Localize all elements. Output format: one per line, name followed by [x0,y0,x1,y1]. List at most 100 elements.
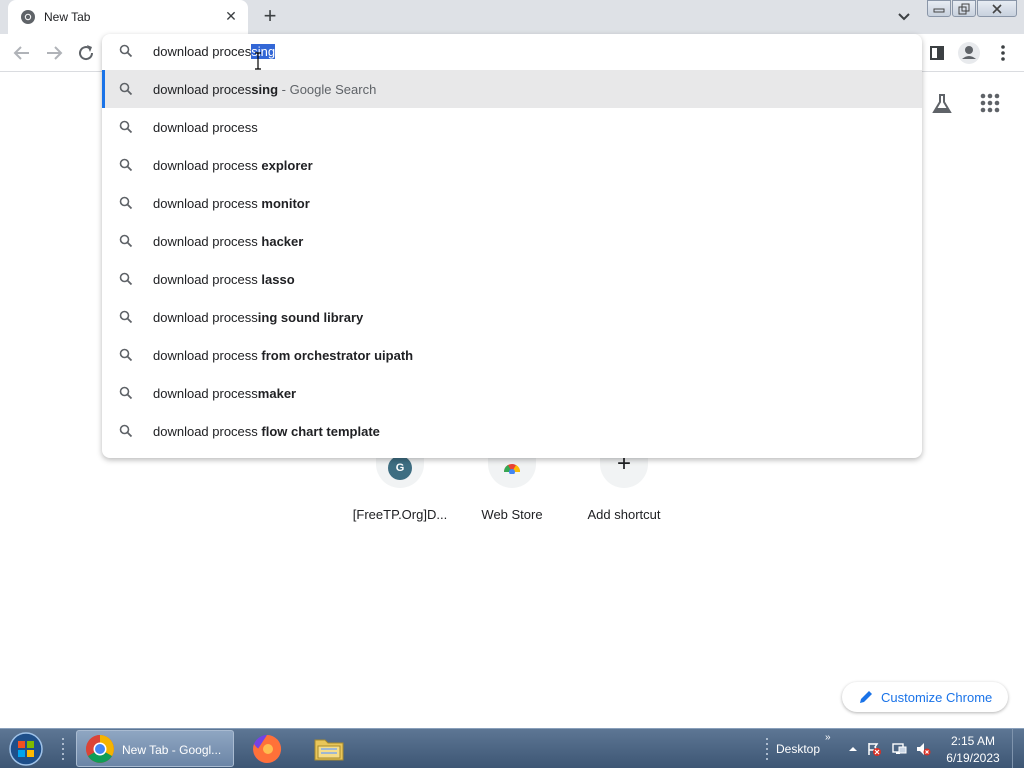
reload-icon[interactable] [74,41,98,65]
minimize-button[interactable] [927,0,951,17]
taskbar-chrome-button[interactable]: New Tab - Googl... [76,730,234,767]
suggestion-bold: flow chart template [261,424,380,439]
suggestion-item[interactable]: download process [102,108,922,146]
shortcut-label: Add shortcut [587,507,661,522]
suggestion-text: download processing - Google Search [153,82,377,97]
tab-title: New Tab [44,10,91,24]
add-shortcut-button[interactable]: + Add shortcut [568,448,680,538]
shortcut-label: [FreeTP.Org]D... [352,507,448,522]
search-icon [119,196,133,210]
suggestion-prefix: download process [153,120,258,135]
close-icon [992,4,1002,14]
suggestion-prefix: download process [153,234,262,249]
minimize-icon [933,8,945,13]
suggestion-prefix: download process [153,310,258,325]
suggestion-bold: from orchestrator uipath [261,348,414,363]
side-panel-icon[interactable] [924,40,950,66]
shortcut-web-store[interactable]: Web Store [456,448,568,538]
suggestion-text: download processing sound library [153,310,363,325]
pencil-icon [860,691,872,703]
close-window-button[interactable] [977,0,1017,17]
taskbar-grip[interactable] [60,735,66,763]
suggestion-bold: hacker [261,234,304,249]
restore-button[interactable] [952,0,976,17]
suggestion-item[interactable]: download process monitor [102,184,922,222]
search-icon [119,386,133,400]
forward-arrow-icon[interactable] [42,41,66,65]
action-center-flag-icon[interactable] [866,741,882,757]
show-desktop-button[interactable] [1012,729,1024,768]
suggestion-prefix: download process [153,424,262,439]
text-cursor-icon [255,52,261,70]
site-letter-avatar: G [388,456,412,480]
suggestion-text: download process monitor [153,196,310,211]
start-orb-icon[interactable] [6,731,46,767]
suggestion-text: download process from orchestrator uipat… [153,348,413,363]
tab-new-tab[interactable]: New Tab ✕ [8,0,248,34]
menu-kebab-icon[interactable] [990,40,1016,66]
omnibox-input[interactable]: download processing [102,34,922,70]
suggestion-text: download process hacker [153,234,303,249]
search-icon [119,82,133,96]
suggestion-text: download process [153,120,258,135]
suggestion-item[interactable]: download process hacker [102,222,922,260]
suggestion-text: download processmaker [153,386,296,401]
profile-avatar-icon[interactable] [956,40,982,66]
tab-strip: New Tab ✕ + [0,0,1024,34]
suggestion-text: download process explorer [153,158,313,173]
suggestion-bold: ing sound library [257,310,364,325]
chrome-icon [86,735,114,763]
file-explorer-folder-icon[interactable] [312,733,346,765]
search-icon [119,272,133,286]
suggestion-bold: explorer [261,158,313,173]
search-icon [119,348,133,362]
shortcut-label: Web Store [481,507,543,522]
back-arrow-icon[interactable] [10,41,34,65]
search-icon [119,234,133,248]
suggestion-bold: maker [257,386,297,401]
network-icon[interactable] [891,741,907,757]
new-tab-button[interactable]: + [258,5,282,29]
suggestion-item[interactable]: download processmaker [102,374,922,412]
suggestion-item[interactable]: download processing - Google Search [102,70,922,108]
suggestion-text: download process flow chart template [153,424,380,439]
tab-search-chevron-down-icon[interactable] [893,6,915,28]
suggestion-prefix: download process [153,272,262,287]
customize-chrome-button[interactable]: Customize Chrome [842,682,1008,712]
google-apps-grid-icon[interactable] [979,92,1001,114]
suggestion-item[interactable]: download process from orchestrator uipat… [102,336,922,374]
tab-close-icon[interactable]: ✕ [222,7,240,25]
suggestion-bold: lasso [261,272,295,287]
shortcut-freetp[interactable]: G [FreeTP.Org]D... [344,448,456,538]
desktop-toolbar-label[interactable]: Desktop [776,742,820,756]
suggestion-suffix: - Google Search [278,82,377,97]
labs-flask-icon[interactable] [930,92,954,116]
firefox-icon[interactable] [250,732,284,766]
suggestion-item[interactable]: download process flow chart template [102,412,922,450]
search-icon [119,424,133,438]
customize-chrome-label: Customize Chrome [881,690,993,705]
web-store-icon [503,464,521,474]
volume-muted-icon[interactable] [915,741,931,757]
chrome-icon [21,10,35,24]
suggestion-item[interactable]: download process lasso [102,260,922,298]
suggestion-prefix: download process [153,386,258,401]
search-icon [119,44,133,58]
restore-icon [958,3,970,15]
search-icon [119,310,133,324]
suggestion-item[interactable]: download processing sound library [102,298,922,336]
search-icon [119,158,133,172]
suggestion-prefix: download process [153,196,262,211]
clock-date[interactable]: 6/19/2023 [938,751,1008,765]
show-hidden-icons-arrow-icon[interactable] [845,741,861,757]
suggestion-item[interactable]: download process explorer [102,146,922,184]
search-icon [119,120,133,134]
suggestion-prefix: download process [153,158,262,173]
suggestion-text: download process lasso [153,272,295,287]
clock-time[interactable]: 2:15 AM [938,734,1008,748]
omnibox-dropdown: download processing download processing … [102,34,922,458]
toolbar-grip[interactable] [764,735,770,763]
desktop-chevron-icon[interactable]: » [825,732,831,743]
windows-taskbar: New Tab - Googl... Desktop » 2:15 AM 6/1… [0,728,1024,768]
suggestion-prefix: download process [153,348,262,363]
